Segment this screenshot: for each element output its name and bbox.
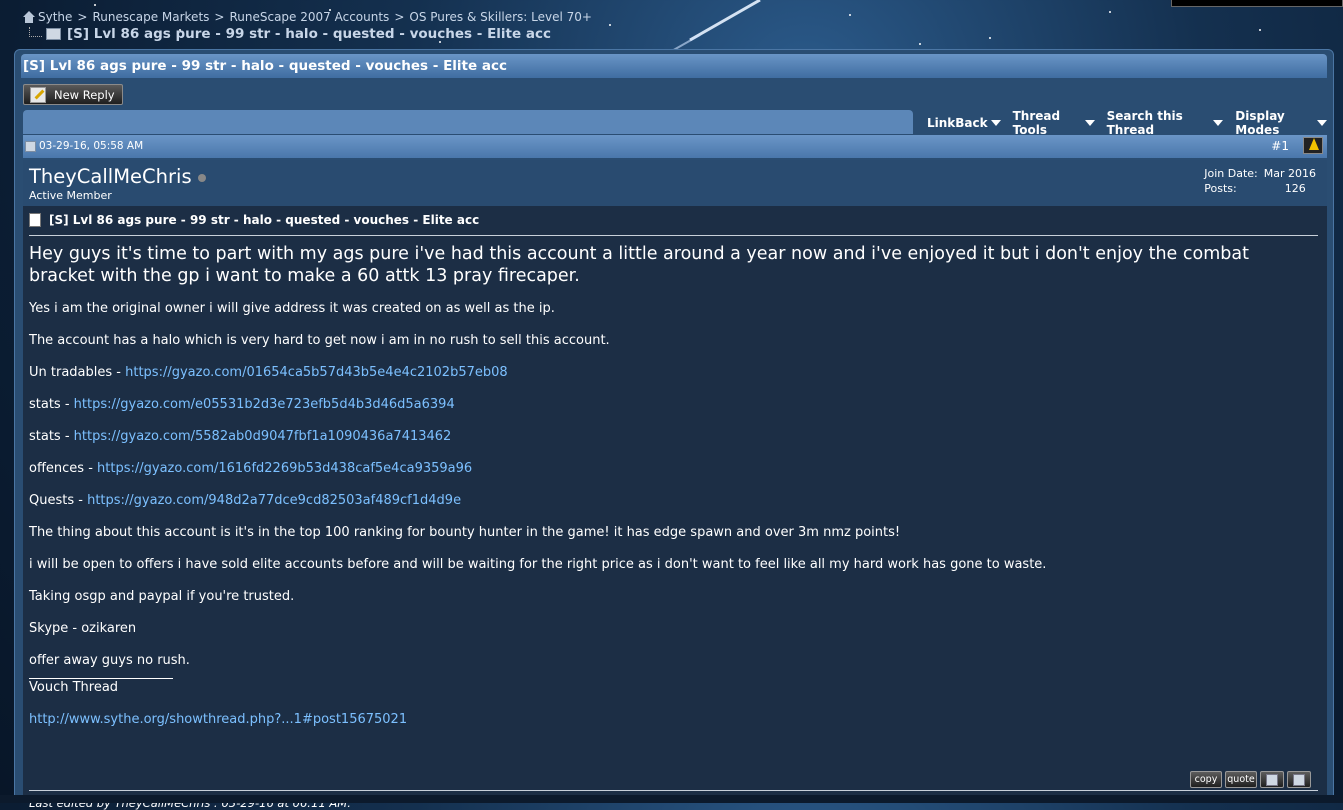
post-icon bbox=[25, 140, 36, 152]
vouch-thread-link[interactable]: http://www.sythe.org/showthread.php?...1… bbox=[29, 712, 407, 727]
breadcrumb-item-2007-accounts[interactable]: RuneScape 2007 Accounts bbox=[229, 10, 389, 24]
gyazo-link[interactable]: https://gyazo.com/948d2a77dce9cd82503af4… bbox=[87, 493, 461, 508]
post-date: 03-29-16, 05:58 AM bbox=[39, 140, 144, 152]
linkback-menu[interactable]: LinkBack bbox=[927, 112, 1001, 134]
new-reply-button[interactable]: New Reply bbox=[23, 84, 123, 105]
copy-button[interactable]: copy bbox=[1190, 771, 1222, 788]
display-modes-label: Display Modes bbox=[1235, 109, 1285, 137]
toolbar-spacer bbox=[23, 110, 913, 134]
link-label: stats - bbox=[29, 397, 74, 412]
thread-tools-label: Thread Tools bbox=[1012, 109, 1061, 137]
thread-toolbar: LinkBack Thread Tools Search this Thread… bbox=[23, 109, 1327, 137]
signature-title: Vouch Thread bbox=[29, 680, 119, 695]
breadcrumb: Sythe > Runescape Markets > RuneScape 20… bbox=[22, 9, 592, 43]
top-right-box bbox=[1171, 0, 1343, 7]
posts-value: 126 bbox=[1284, 182, 1306, 195]
divider bbox=[29, 790, 1318, 791]
thread-panel: [S] Lvl 86 ags pure - 99 str - halo - qu… bbox=[14, 49, 1334, 810]
post-paragraph: The thing about this account is it's in … bbox=[29, 525, 901, 540]
link-label: Quests - bbox=[29, 493, 88, 508]
tree-connector bbox=[29, 27, 42, 37]
home-icon[interactable] bbox=[22, 11, 36, 23]
breadcrumb-item-runescape-markets[interactable]: Runescape Markets bbox=[92, 10, 209, 24]
link-line-untradables: Un tradables - https://gyazo.com/01654ca… bbox=[29, 364, 1319, 382]
chevron-down-icon bbox=[990, 120, 1001, 126]
post-paragraph: offer away guys no rush. bbox=[29, 653, 190, 668]
offline-status-icon bbox=[197, 173, 206, 182]
join-date-label: Join Date: bbox=[1204, 167, 1258, 180]
link-label: stats - bbox=[29, 429, 74, 444]
post-paragraph: Taking osgp and paypal if you're trusted… bbox=[29, 589, 295, 604]
post-paragraph: Skype - ozikaren bbox=[29, 621, 137, 636]
pencil-icon bbox=[30, 86, 46, 103]
link-label: offences - bbox=[29, 461, 98, 476]
search-thread-label: Search this Thread bbox=[1106, 109, 1183, 137]
folder-icon bbox=[46, 28, 61, 40]
post-body: [S] Lvl 86 ags pure - 99 str - halo - qu… bbox=[23, 206, 1327, 810]
link-line-quests: Quests - https://gyazo.com/948d2a77dce9c… bbox=[29, 492, 1319, 510]
linkback-label: LinkBack bbox=[927, 116, 988, 130]
divider bbox=[29, 235, 1318, 236]
posts-label: Posts: bbox=[1204, 182, 1237, 195]
link-line-stats-2: stats - https://gyazo.com/5582ab0d9047fb… bbox=[29, 428, 1319, 446]
username-link[interactable]: TheyCallMeChris bbox=[29, 165, 192, 188]
user-info: TheyCallMeChris Active Member Join Date:… bbox=[23, 160, 1327, 206]
report-warning-icon[interactable] bbox=[1303, 137, 1323, 154]
chevron-down-icon bbox=[1084, 120, 1095, 126]
new-reply-label: New Reply bbox=[54, 87, 115, 102]
post-intro: Hey guys it's time to part with my ags p… bbox=[29, 244, 1249, 286]
post-message: Hey guys it's time to part with my ags p… bbox=[29, 243, 1319, 743]
post-title: [S] Lvl 86 ags pure - 99 str - halo - qu… bbox=[49, 213, 480, 227]
multiquote-button[interactable] bbox=[1260, 771, 1284, 788]
thread-title: [S] Lvl 86 ags pure - 99 str - halo - qu… bbox=[21, 54, 1327, 78]
page-bottom-edge bbox=[0, 795, 1343, 803]
post-number-link[interactable]: #1 bbox=[1271, 139, 1289, 153]
quote-button[interactable]: quote bbox=[1225, 771, 1257, 788]
multiquote-icon bbox=[1266, 773, 1278, 786]
breadcrumb-current: [S] Lvl 86 ags pure - 99 str - halo - qu… bbox=[67, 26, 551, 42]
gyazo-link[interactable]: https://gyazo.com/5582ab0d9047fbf1a10904… bbox=[74, 429, 452, 444]
gyazo-link[interactable]: https://gyazo.com/e05531b2d3e723efb5d4b3… bbox=[74, 397, 455, 412]
breadcrumb-separator: > bbox=[77, 10, 88, 24]
link-line-stats-1: stats - https://gyazo.com/e05531b2d3e723… bbox=[29, 396, 1319, 414]
breadcrumb-item-sythe[interactable]: Sythe bbox=[38, 10, 72, 24]
link-label: Un tradables - bbox=[29, 365, 126, 380]
chevron-down-icon bbox=[1213, 120, 1224, 126]
breadcrumb-item-os-pures[interactable]: OS Pures & Skillers: Level 70+ bbox=[409, 10, 592, 24]
breadcrumb-separator: > bbox=[214, 10, 225, 24]
join-date-value: Mar 2016 bbox=[1263, 167, 1316, 180]
post-paragraph: i will be open to offers i have sold eli… bbox=[29, 557, 1047, 572]
display-modes-menu[interactable]: Display Modes bbox=[1235, 109, 1327, 137]
search-thread-menu[interactable]: Search this Thread bbox=[1106, 109, 1224, 137]
post-paragraph: The account has a halo which is very har… bbox=[29, 333, 610, 348]
quick-reply-icon bbox=[1293, 773, 1305, 786]
chevron-down-icon bbox=[1317, 120, 1327, 126]
breadcrumb-separator: > bbox=[394, 10, 405, 24]
quick-reply-button[interactable] bbox=[1287, 771, 1311, 788]
gyazo-link[interactable]: https://gyazo.com/1616fd2269b53d438caf5e… bbox=[97, 461, 472, 476]
user-title: Active Member bbox=[29, 189, 112, 202]
thread-tools-menu[interactable]: Thread Tools bbox=[1012, 109, 1095, 137]
gyazo-link[interactable]: https://gyazo.com/01654ca5b57d43b5e4e4c2… bbox=[125, 365, 508, 380]
post-paragraph: Yes i am the original owner i will give … bbox=[29, 301, 555, 316]
post-header: 03-29-16, 05:58 AM #1 bbox=[23, 135, 1327, 158]
user-stats: Join Date: Mar 2016 Posts: 126 bbox=[1202, 165, 1318, 197]
post-action-buttons: copy quote bbox=[1190, 771, 1311, 788]
document-icon bbox=[29, 213, 41, 227]
link-line-offences: offences - https://gyazo.com/1616fd2269b… bbox=[29, 460, 1319, 478]
